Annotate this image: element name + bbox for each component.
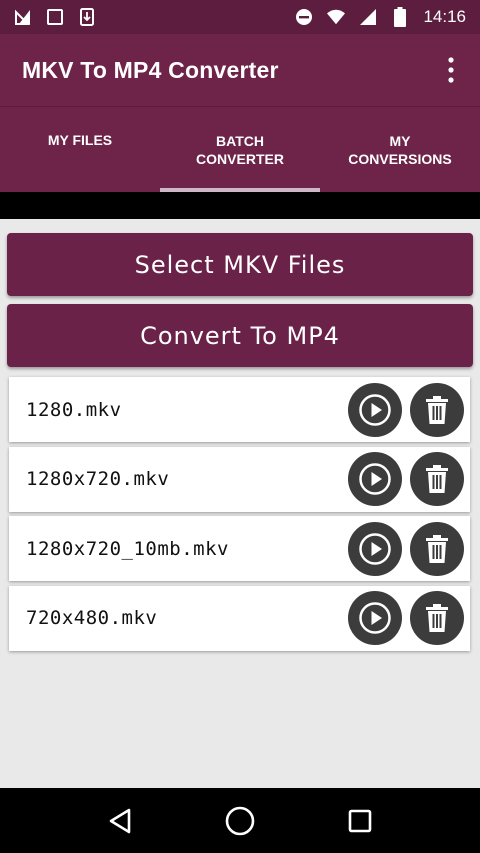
list-item: 720x480.mkv [9,585,470,651]
app-bar: MKV To MP4 Converter [0,34,480,106]
status-time: 14:16 [423,7,466,26]
tab-label: MY FILES [47,132,113,148]
square-icon [46,8,64,26]
play-button[interactable] [348,452,402,506]
play-button[interactable] [348,382,402,437]
convert-to-mp4-button[interactable]: Convert To MP4 [7,304,473,367]
battery-icon [391,7,409,27]
status-right-icons: 14:16 [295,7,466,27]
download-icon [78,8,96,26]
tab-label: BATCH CONVERTER [196,132,284,167]
no-signal-icon [14,8,32,26]
status-bar: 14:16 [0,0,480,34]
tab-label: MY CONVERSIONS [348,132,452,167]
play-icon [359,532,391,565]
system-nav-bar [0,788,480,853]
file-name: 720x480.mkv [26,607,158,629]
file-name: 1280.mkv [26,398,122,421]
play-icon [359,602,391,634]
status-left-icons [14,8,96,26]
recents-icon[interactable] [340,801,380,841]
trash-icon [426,534,448,563]
list-item: 1280x720.mkv [9,446,470,512]
delete-button[interactable] [410,382,464,437]
play-icon [359,393,391,426]
list-item: 1280.mkv [9,377,470,442]
wifi-icon [327,8,346,26]
do-not-disturb-icon [295,8,313,26]
delete-button[interactable] [410,452,464,506]
select-mkv-files-button[interactable]: Select MKV Files [7,233,473,296]
signal-icon [359,8,377,26]
back-icon[interactable] [100,801,140,841]
file-list: 1280.mkv 1280x720.mkv 1280x720_10mb.mkv … [9,377,470,655]
tab-my-files[interactable]: MY FILES [0,107,160,192]
tab-batch-converter[interactable]: BATCH CONVERTER [160,107,320,192]
list-item: 1280x720_10mb.mkv [9,516,470,581]
trash-icon [426,604,448,632]
play-icon [359,463,391,495]
delete-button[interactable] [410,591,464,645]
app-title: MKV To MP4 Converter [22,56,279,83]
ad-placeholder [0,192,480,219]
play-button[interactable] [348,591,402,645]
delete-button[interactable] [410,521,464,576]
tab-bar: MY FILES BATCH CONVERTER MY CONVERSIONS [0,106,480,192]
overflow-menu-icon[interactable] [436,50,466,90]
tab-my-conversions[interactable]: MY CONVERSIONS [320,107,480,192]
file-name: 1280x720_10mb.mkv [26,537,229,560]
trash-icon [426,395,448,424]
trash-icon [426,465,448,493]
home-icon[interactable] [220,801,260,841]
file-name: 1280x720.mkv [26,468,170,490]
play-button[interactable] [348,521,402,576]
